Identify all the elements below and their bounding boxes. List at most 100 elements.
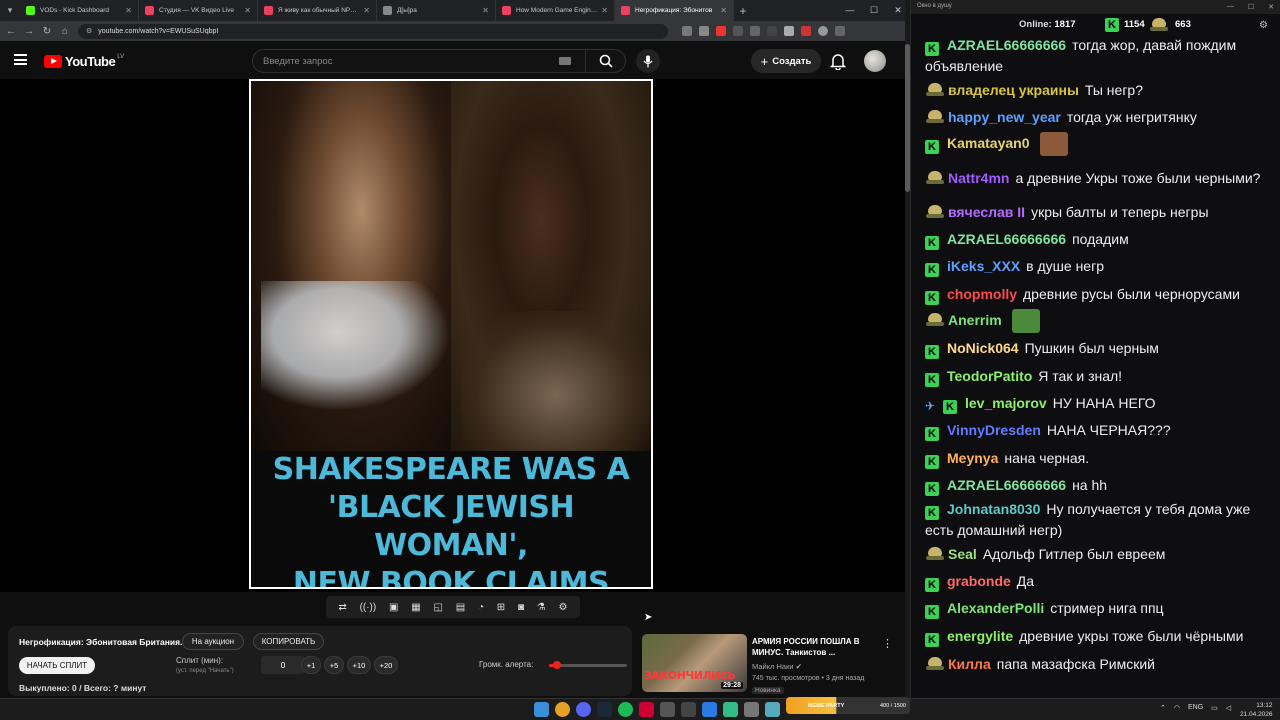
chat-message-list[interactable]: K AZRAEL66666666 тогда жор, давай пождим о… <box>911 35 1275 677</box>
address-bar[interactable]: ⚙ youtube.com/watch?v=EWUSuSUqbpI <box>78 23 668 39</box>
extension-icon[interactable] <box>750 26 760 36</box>
app-icon[interactable] <box>639 702 654 717</box>
chat-username[interactable]: Meynya <box>947 450 998 466</box>
tab-search-icon[interactable]: ▾ <box>0 0 20 21</box>
chat-message[interactable]: Nattr4mn а древние Укры тоже были черными… <box>911 158 1275 198</box>
app-icon[interactable] <box>744 702 759 717</box>
tab-close-icon[interactable]: ✕ <box>601 6 608 15</box>
browser-tab[interactable]: Д[ы]ра ✕ <box>377 0 496 21</box>
search-input[interactable]: Введите запрос <box>253 56 559 67</box>
chrome-icon[interactable] <box>555 702 570 717</box>
add-1-button[interactable]: +1 <box>301 656 321 674</box>
chat-message[interactable]: Anerrim <box>911 308 1275 335</box>
speed-icon[interactable]: ◔ <box>478 602 484 613</box>
chat-username[interactable]: AZRAEL66666666 <box>947 477 1066 493</box>
add-10-button[interactable]: +10 <box>347 656 371 674</box>
split-minutes-input[interactable]: 0 <box>261 656 305 674</box>
steam-icon[interactable] <box>597 702 612 717</box>
search-button[interactable] <box>585 50 625 72</box>
start-icon[interactable] <box>534 702 549 717</box>
volume-knob[interactable] <box>552 661 561 669</box>
chat-username[interactable]: VinnyDresden <box>947 422 1041 438</box>
chat-username[interactable]: iKeks_XXX <box>947 258 1020 274</box>
chat-message[interactable]: K AlexanderPolli стример нига ппц <box>911 595 1275 622</box>
flask-icon[interactable]: ⚗ <box>537 602 546 613</box>
reload-icon[interactable]: ↻ <box>42 26 52 37</box>
wifi-icon[interactable]: ◠ <box>1174 704 1180 712</box>
app-icon[interactable] <box>723 702 738 717</box>
browser-tab[interactable]: Негрофикация: Эбонитов ✕ <box>615 0 734 21</box>
chat-message[interactable]: K Johnatan8030 Ну получается у тебя дома у… <box>911 499 1275 540</box>
meme-party-widget[interactable]: MEME PARTY 400 / 1500 <box>786 697 910 714</box>
chat-message[interactable]: KiKeks_XXX в душе негр <box>911 253 1275 280</box>
maximize-icon[interactable]: ☐ <box>1248 3 1254 11</box>
chat-message[interactable]: K VinnyDresden НАНА ЧЕРНАЯ??? <box>911 417 1275 444</box>
download-icon[interactable] <box>784 26 794 36</box>
site-info-icon[interactable]: ⚙ <box>86 27 92 35</box>
new-tab-button[interactable]: + <box>734 4 752 18</box>
language-indicator[interactable]: ENG <box>1188 704 1203 712</box>
film-icon[interactable]: ▦ <box>411 602 420 613</box>
chat-username[interactable]: NoNick064 <box>947 340 1019 356</box>
tab-close-icon[interactable]: ✕ <box>125 6 132 15</box>
chat-username[interactable]: AlexanderPolli <box>947 600 1044 616</box>
network-icon[interactable]: ▭ <box>1211 704 1218 712</box>
back-icon[interactable]: ← <box>6 26 16 37</box>
alert-volume-slider[interactable] <box>549 661 627 669</box>
clock[interactable]: 13:12 21.04.2026 <box>1240 701 1273 719</box>
extension-icon[interactable] <box>733 26 743 36</box>
loop-icon[interactable]: ⇄ <box>338 602 346 613</box>
chat-message[interactable]: Kenergylite древние укры тоже были чёрным… <box>911 623 1275 650</box>
chevron-up-icon[interactable]: ⌃ <box>1160 704 1166 712</box>
recommended-title[interactable]: АРМИЯ РОССИИ ПОШЛА В МИНУС. Танкистов ..… <box>752 636 877 658</box>
browser-tab[interactable]: VODs - Kick Dashboard ✕ <box>20 0 139 21</box>
chat-username[interactable]: chopmolly <box>947 286 1017 302</box>
chat-username[interactable]: Nattr4mn <box>948 170 1009 186</box>
start-split-button[interactable]: НАЧАТЬ СПЛИТ <box>19 657 95 674</box>
chat-message[interactable]: K AZRAEL66666666 тогда жор, давай пождим о… <box>911 35 1275 76</box>
search-box[interactable]: Введите запрос <box>252 49 626 73</box>
screen-record-icon[interactable]: ▣ <box>389 602 398 613</box>
menu-icon[interactable] <box>835 26 845 36</box>
chat-username[interactable]: grabonde <box>947 573 1011 589</box>
chat-username[interactable]: lev_majorov <box>965 395 1047 411</box>
extension-icon[interactable] <box>801 26 811 36</box>
chat-message[interactable]: happy_new_year тогда уж негритянку <box>911 103 1275 130</box>
chat-message[interactable]: K Kamatayan0 <box>911 131 1275 158</box>
chat-username[interactable]: Anerrim <box>948 312 1002 328</box>
chat-message[interactable]: K AZRAEL66666666 на hh <box>911 472 1275 499</box>
screenshot-icon[interactable]: ◙ <box>518 602 524 613</box>
chat-message[interactable]: Seal Адольф Гитлер был евреем <box>911 540 1275 567</box>
chat-message[interactable]: K AZRAEL66666666 подадим <box>911 226 1275 253</box>
add-frame-icon[interactable]: ⊞ <box>497 602 505 613</box>
chat-message[interactable]: Kgrabonde Да <box>911 568 1275 595</box>
add-5-button[interactable]: +5 <box>324 656 344 674</box>
browser-tab[interactable]: How Modern Game Engines Dr ✕ <box>496 0 615 21</box>
chat-settings-icon[interactable]: ⚙ <box>1259 20 1268 31</box>
extension-icon[interactable] <box>716 26 726 36</box>
browser-tab[interactable]: Я живу как обычный NPC в К ✕ <box>258 0 377 21</box>
chat-username[interactable]: Seal <box>948 546 977 562</box>
forward-icon[interactable]: → <box>24 26 34 37</box>
chat-username[interactable]: AZRAEL66666666 <box>947 37 1066 53</box>
chat-message[interactable]: K Meynya нана черная. <box>911 445 1275 472</box>
app-icon[interactable] <box>765 702 780 717</box>
chat-username[interactable]: AZRAEL66666666 <box>947 231 1066 247</box>
chat-message[interactable]: вячеслав II укры балты и теперь негры <box>911 198 1275 225</box>
keyboard-icon[interactable] <box>559 57 571 65</box>
chat-username[interactable]: energylite <box>947 628 1013 644</box>
chat-username[interactable]: Johnatan8030 <box>947 501 1040 517</box>
bookmark-star-icon[interactable] <box>699 26 709 36</box>
copy-button[interactable]: КОПИРОВАТЬ <box>253 633 324 650</box>
picture-in-picture-icon[interactable]: ◱ <box>433 602 442 613</box>
recommended-thumbnail[interactable]: ЗАКОНЧИЛИСЬ 29:28 <box>642 634 747 692</box>
chat-username[interactable]: вячеслав II <box>948 204 1025 220</box>
add-20-button[interactable]: +20 <box>374 656 398 674</box>
spotify-icon[interactable] <box>618 702 633 717</box>
chat-username[interactable]: happy_new_year <box>948 109 1061 125</box>
minimize-icon[interactable]: — <box>838 5 862 16</box>
home-icon[interactable]: ⌂ <box>60 26 70 37</box>
voice-search-button[interactable] <box>636 49 660 73</box>
auction-button[interactable]: На аукцион <box>182 633 244 650</box>
chat-username[interactable]: Kamatayan0 <box>947 135 1030 151</box>
